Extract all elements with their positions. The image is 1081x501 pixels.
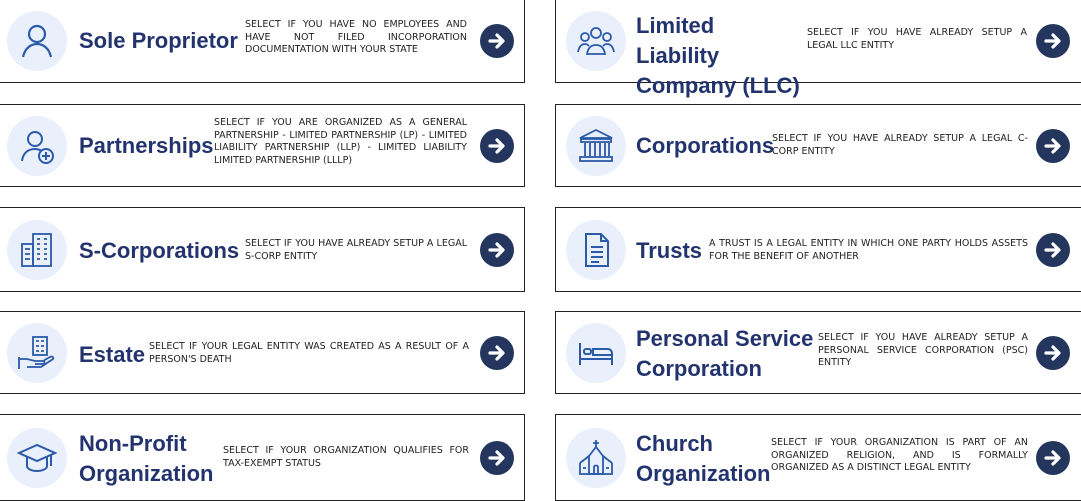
entity-description: A TRUST IS A LEGAL ENTITY IN WHICH ONE P…: [709, 238, 1028, 262]
entity-card-corporations[interactable]: Corporations SELECT IF YOU HAVE ALREADY …: [555, 104, 1081, 187]
entity-title: Corporations: [636, 133, 775, 158]
entity-description: SELECT IF YOU HAVE ALREADY SETUP A LEGAL…: [772, 133, 1028, 157]
entity-description: SELECT IF YOU HAVE ALREADY SETUP A LEGAL…: [807, 27, 1027, 51]
entity-card-estate[interactable]: Estate SELECT IF YOUR LEGAL ENTITY WAS C…: [0, 311, 525, 394]
arrow-right-icon: [1044, 32, 1061, 49]
entity-title: Personal Service Corporation: [636, 326, 814, 381]
select-arrow-button[interactable]: [480, 335, 514, 370]
select-arrow-button[interactable]: [1036, 335, 1070, 370]
arrow-right-icon: [1044, 137, 1061, 154]
select-arrow-button[interactable]: [1036, 440, 1070, 475]
entity-title: Sole Proprietor: [79, 28, 238, 53]
entity-description: SELECT IF YOU ARE ORGANIZED AS A GENERAL…: [214, 117, 467, 166]
entity-description: SELECT IF YOU HAVE NO EMPLOYEES AND HAVE…: [245, 19, 467, 55]
entity-card-personal-service-corporation[interactable]: Personal Service Corporation SELECT IF Y…: [555, 311, 1081, 394]
select-arrow-button[interactable]: [480, 232, 514, 267]
select-arrow-button[interactable]: [1036, 128, 1070, 163]
group-icon: [566, 10, 626, 71]
entity-description: SELECT IF YOUR LEGAL ENTITY WAS CREATED …: [149, 341, 469, 365]
entity-card-trusts[interactable]: Trusts A TRUST IS A LEGAL ENTITY IN WHIC…: [555, 207, 1081, 292]
arrow-right-icon: [1044, 449, 1061, 466]
select-arrow-button[interactable]: [480, 23, 514, 58]
arrow-right-icon: [488, 32, 505, 49]
estate-hand-icon: [7, 322, 67, 383]
arrow-right-icon: [1044, 241, 1061, 258]
entity-card-church[interactable]: Church Organization SELECT IF YOUR ORGAN…: [555, 414, 1081, 501]
entity-title: Non-Profit Organization: [79, 431, 214, 486]
arrow-right-icon: [488, 449, 505, 466]
office-building-icon: [7, 219, 67, 280]
arrow-right-icon: [488, 344, 505, 361]
select-arrow-button[interactable]: [480, 440, 514, 475]
bank-icon: [566, 115, 626, 176]
arrow-right-icon: [1044, 344, 1061, 361]
person-icon: [7, 10, 67, 71]
entity-card-llc[interactable]: Limited Liability Company (LLC) SELECT I…: [555, 0, 1081, 98]
entity-title: S-Corporations: [79, 238, 240, 263]
entity-title: Trusts: [636, 238, 703, 263]
entity-description: SELECT IF YOUR ORGANIZATION QUALIFIES FO…: [223, 445, 469, 469]
church-icon: [566, 427, 626, 488]
entity-title: Partnerships: [79, 133, 214, 158]
entity-title: Estate: [79, 342, 146, 367]
entity-description: SELECT IF YOU HAVE ALREADY SETUP A LEGAL…: [245, 238, 467, 262]
entity-card-s-corporations[interactable]: S-Corporations SELECT IF YOU HAVE ALREAD…: [0, 207, 525, 292]
select-arrow-button[interactable]: [1036, 23, 1070, 58]
entity-card-non-profit[interactable]: Non-Profit Organization SELECT IF YOUR O…: [0, 414, 525, 501]
add-person-icon: [7, 115, 67, 176]
arrow-right-icon: [488, 137, 505, 154]
entity-card-partnerships[interactable]: Partnerships SELECT IF YOU ARE ORGANIZED…: [0, 104, 525, 187]
select-arrow-button[interactable]: [1036, 232, 1070, 267]
document-icon: [566, 219, 626, 280]
bed-icon: [566, 322, 626, 383]
entity-card-sole-proprietor[interactable]: Sole Proprietor SELECT IF YOU HAVE NO EM…: [0, 0, 525, 83]
entity-description: SELECT IF YOUR ORGANIZATION IS PART OF A…: [771, 437, 1028, 473]
graduation-cap-icon: [7, 427, 67, 488]
entity-description: SELECT IF YOU HAVE ALREADY SETUP A PERSO…: [818, 332, 1028, 368]
select-arrow-button[interactable]: [480, 128, 514, 163]
entity-title: Church Organization: [636, 431, 771, 486]
entity-title: Limited Liability Company (LLC): [636, 13, 800, 98]
arrow-right-icon: [488, 241, 505, 258]
